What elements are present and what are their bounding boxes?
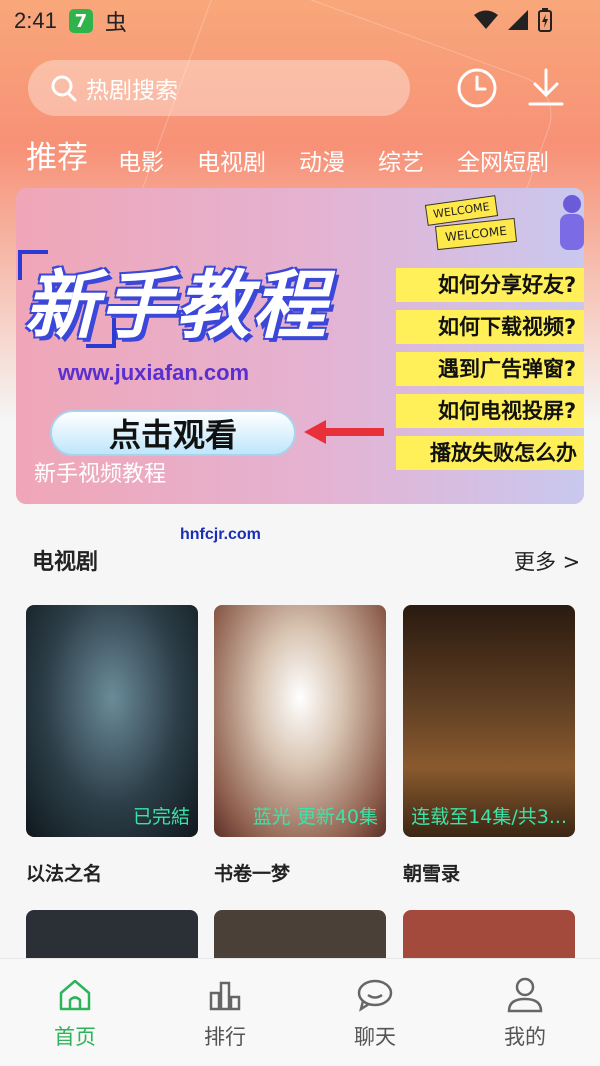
nav-label: 我的 <box>504 1025 546 1049</box>
status-icons <box>474 8 552 32</box>
watch-button[interactable]: 点击观看 <box>50 410 296 456</box>
status-time: 2:41 <box>14 8 57 33</box>
nav-label: 排行 <box>204 1025 246 1049</box>
faq-item: 遇到广告弹窗? <box>396 352 584 386</box>
media-card[interactable]: 蓝光 更新40集 书卷一梦 <box>214 605 386 886</box>
media-card[interactable]: 连载至14集/共3... 朝雪录 <box>403 605 575 886</box>
tab-short-drama[interactable]: 全网短剧 <box>457 143 549 177</box>
status-bar: 2:41 7 虫 <box>0 0 600 42</box>
poster-image: 蓝光 更新40集 <box>214 605 386 837</box>
app-notification-icon: 7 <box>68 9 93 33</box>
search-placeholder: 热剧搜索 <box>86 78 178 104</box>
poster-image: 已完結 <box>26 605 198 837</box>
faq-item: 如何下载视频? <box>396 310 584 344</box>
banner-bracket <box>86 318 116 348</box>
history-icon[interactable] <box>455 66 499 110</box>
tutorial-banner[interactable]: 新手教程 www.juxiafan.com 点击观看 新手视频教程 WELCOM… <box>16 188 584 504</box>
media-title: 朝雪录 <box>403 863 461 885</box>
tab-anime[interactable]: 动漫 <box>299 143 345 177</box>
battery-icon <box>538 8 552 32</box>
bottom-navigation: 首页 排行 聊天 我的 <box>0 958 600 1066</box>
media-card[interactable]: 已完結 以法之名 <box>26 605 198 886</box>
more-link[interactable]: 更多 > <box>514 546 580 576</box>
section-title: 电视剧 <box>32 550 99 575</box>
nav-ranking[interactable]: 排行 <box>175 975 275 1051</box>
nav-chat[interactable]: 聊天 <box>325 975 425 1051</box>
nav-label: 首页 <box>54 1025 96 1049</box>
ranking-icon <box>209 981 241 1011</box>
search-icon <box>51 75 77 102</box>
episode-status: 蓝光 更新40集 <box>252 806 378 828</box>
faq-item: 如何电视投屏? <box>396 394 584 428</box>
faq-item: 如何分享好友? <box>396 268 584 302</box>
home-icon <box>59 979 91 1011</box>
wifi-icon <box>474 10 498 29</box>
arrow-left-icon <box>304 420 384 444</box>
chat-icon <box>357 979 393 1012</box>
faq-list: 如何分享好友? 如何下载视频? 遇到广告弹窗? 如何电视投屏? 播放失败怎么办 <box>396 268 584 478</box>
profile-icon <box>507 977 543 1013</box>
episode-status: 连载至14集/共3... <box>411 806 567 828</box>
tab-tv-series[interactable]: 电视剧 <box>197 143 266 177</box>
search-input[interactable]: 热剧搜索 <box>28 60 410 116</box>
signal-icon <box>508 10 528 30</box>
poster-image: 连载至14集/共3... <box>403 605 575 837</box>
nav-profile[interactable]: 我的 <box>475 975 575 1051</box>
banner-caption: 新手视频教程 <box>34 462 167 487</box>
faq-item: 播放失败怎么办 <box>396 436 584 470</box>
banner-url: www.juxiafan.com <box>58 360 250 385</box>
tab-recommend[interactable]: 推荐 <box>26 132 88 177</box>
tab-variety[interactable]: 综艺 <box>378 143 424 177</box>
nav-label: 聊天 <box>354 1025 396 1049</box>
banner-title: 新手教程 <box>24 263 328 349</box>
watermark: hnfcjr.com <box>180 526 261 543</box>
episode-status: 已完結 <box>132 806 190 828</box>
mascot-illustration <box>560 195 584 250</box>
category-tabs: 推荐 电影 电视剧 动漫 综艺 全网短剧 <box>26 132 600 180</box>
media-title: 书卷一梦 <box>214 863 291 885</box>
bug-icon: 虫 <box>104 11 127 36</box>
media-title: 以法之名 <box>26 863 103 885</box>
nav-home[interactable]: 首页 <box>25 975 125 1051</box>
download-icon[interactable] <box>526 66 566 110</box>
tab-movies[interactable]: 电影 <box>118 143 164 177</box>
